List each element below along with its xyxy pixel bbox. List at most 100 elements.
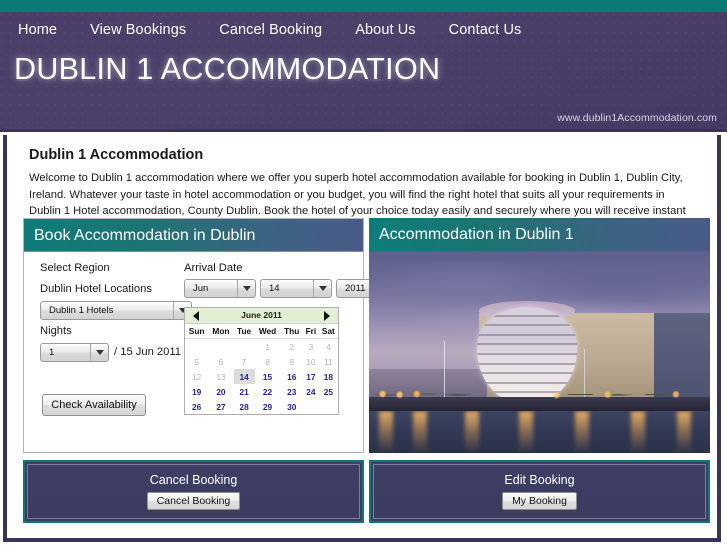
calendar-header: June 2011	[185, 308, 338, 324]
calendar-week-row: 12 13 14 15 16 17 18	[185, 369, 338, 384]
hotel-locations-label: Dublin Hotel Locations	[40, 283, 152, 295]
calendar-weekday-row: Sun Mon Tue Wed Thu Fri Sat	[185, 324, 338, 339]
calendar-day[interactable]: 21	[234, 384, 255, 399]
calendar-empty-cell	[208, 339, 233, 355]
calendar-day-disabled: 1	[265, 341, 270, 352]
calendar-day[interactable]: 18	[319, 369, 338, 384]
hotel-locations-value: Dublin 1 Hotels	[49, 305, 114, 316]
main-content: Dublin 1 Accommodation Welcome to Dublin…	[3, 135, 721, 542]
nav-item-about-us[interactable]: About Us	[355, 22, 415, 38]
arrival-date-label: Arrival Date	[184, 262, 243, 274]
departure-date-text: / 15 Jun 2011	[114, 346, 181, 358]
calendar-day-disabled: 11	[324, 356, 333, 367]
photo-panel-title: Accommodation in Dublin 1	[369, 218, 710, 251]
calendar-empty-cell	[185, 339, 208, 355]
calendar-empty-cell	[319, 399, 338, 414]
edit-booking-title: Edit Booking	[504, 473, 575, 487]
nights-value: 1	[49, 347, 55, 358]
calendar-empty-cell	[234, 339, 255, 355]
chevron-down-icon	[313, 280, 331, 297]
calendar-day-disabled: 6	[218, 356, 224, 367]
calendar-week-row: 26 27 28 29 30	[185, 399, 338, 414]
top-accent-strip	[0, 0, 727, 12]
calendar-day-disabled: 5	[194, 356, 199, 367]
calendar-day-disabled: 2	[289, 341, 295, 352]
calendar-next-month-icon[interactable]	[321, 310, 333, 321]
edit-booking-box: Edit Booking My Booking	[369, 460, 710, 523]
calendar-day[interactable]: 28	[234, 399, 255, 414]
nights-select[interactable]: 1	[40, 343, 109, 362]
chevron-down-icon	[90, 344, 108, 361]
site-url-label: www.dublin1Accommodation.com	[557, 112, 717, 124]
arrival-day-value: 14	[269, 283, 280, 294]
calendar-weekday: Mon	[208, 324, 234, 339]
calendar-day-disabled: 9	[289, 356, 295, 367]
dublin-convention-centre-photo	[369, 251, 710, 453]
calendar-week-row: 5 6 7 8 9 10 11	[185, 354, 338, 369]
photo-panel: Accommodation in Dublin 1	[369, 218, 710, 453]
calendar-day[interactable]: 17	[303, 369, 319, 384]
arrival-day-select[interactable]: 14	[260, 279, 332, 298]
nav-item-contact-us[interactable]: Contact Us	[449, 22, 522, 38]
select-region-label: Select Region	[40, 262, 110, 274]
arrival-month-select[interactable]: Jun	[184, 279, 256, 298]
check-availability-button[interactable]: Check Availability	[42, 394, 146, 416]
cancel-booking-box: Cancel Booking Cancel Booking	[23, 460, 364, 523]
calendar-day-disabled: 10	[306, 356, 316, 367]
nights-label: Nights	[40, 325, 72, 337]
chevron-down-icon	[237, 280, 255, 297]
hotel-locations-select[interactable]: Dublin 1 Hotels	[40, 301, 192, 320]
calendar-day[interactable]: 30	[280, 399, 303, 414]
calendar-day[interactable]: 19	[185, 384, 208, 399]
calendar-weekday: Tue	[233, 324, 255, 339]
calendar-day-disabled: 3	[308, 341, 314, 352]
calendar-weekday: Wed	[254, 324, 281, 339]
calendar-day[interactable]: 24	[303, 384, 319, 399]
calendar-weekday: Sun	[185, 324, 209, 339]
calendar-day[interactable]: 27	[208, 399, 233, 414]
nav-item-view-bookings[interactable]: View Bookings	[90, 22, 186, 38]
main-navigation: Home View Bookings Cancel Booking About …	[18, 16, 554, 44]
calendar-day[interactable]: 29	[255, 399, 281, 414]
nav-item-home[interactable]: Home	[18, 22, 57, 38]
calendar-day[interactable]: 25	[319, 384, 338, 399]
calendar-day-disabled: 8	[265, 356, 270, 367]
calendar-day-selected[interactable]: 14	[233, 369, 255, 384]
calendar-prev-month-icon[interactable]	[190, 310, 202, 321]
calendar-empty-cell	[303, 399, 319, 414]
booking-panel: Book Accommodation in Dublin Select Regi…	[23, 218, 388, 453]
calendar-day-disabled: 4	[326, 341, 331, 352]
calendar-day[interactable]: 22	[255, 384, 281, 399]
calendar-week-row: 1 2 3 4	[185, 339, 338, 355]
cancel-booking-title: Cancel Booking	[149, 473, 238, 487]
site-logo-reflection: DUBLIN 1 ACCOMMODATION	[14, 65, 441, 87]
cancel-booking-button[interactable]: Cancel Booking	[146, 492, 241, 510]
calendar-day-disabled: 12	[192, 371, 202, 382]
calendar-day-disabled: 13	[216, 371, 226, 382]
calendar-week-row: 19 20 21 22 23 24 25	[185, 384, 338, 399]
arrival-month-value: Jun	[193, 283, 209, 294]
site-logo: DUBLIN 1 ACCOMMODATION DUBLIN 1 ACCOMMOD…	[14, 52, 534, 122]
nav-item-cancel-booking[interactable]: Cancel Booking	[219, 22, 322, 38]
calendar-weekday: Sat	[318, 324, 338, 339]
booking-panel-title: Book Accommodation in Dublin	[24, 219, 363, 252]
my-booking-button[interactable]: My Booking	[502, 492, 577, 510]
quayside-lights	[369, 387, 710, 401]
calendar-day[interactable]: 16	[280, 369, 303, 384]
calendar-weekday: Fri	[303, 324, 319, 339]
liffey-water	[369, 411, 710, 453]
calendar-body: 1 2 3 4 5 6 7 8 9 10 11 12 13 14 15 16 17 18 19 20 21 22 23 24 2…	[185, 339, 338, 415]
page-root: Home View Bookings Cancel Booking About …	[0, 0, 727, 545]
calendar-grid: Sun Mon Tue Wed Thu Fri Sat 1 2 3 4 5 6 7 8 9 10 1…	[185, 324, 338, 414]
site-banner: Home View Bookings Cancel Booking About …	[0, 12, 727, 132]
calendar-day[interactable]: 15	[255, 369, 281, 384]
calendar-day[interactable]: 23	[280, 384, 303, 399]
calendar-day[interactable]: 26	[185, 399, 208, 414]
calendar-day-disabled: 7	[241, 356, 247, 367]
calendar-day[interactable]: 20	[208, 384, 233, 399]
page-title: Dublin 1 Accommodation	[29, 147, 204, 163]
calendar-weekday: Thu	[280, 324, 303, 339]
calendar-month-year-label: June 2011	[241, 310, 282, 320]
date-picker-calendar[interactable]: June 2011 Sun Mon Tue Wed Thu Fri Sat 1 …	[184, 307, 339, 415]
booking-panel-body: Select Region Dublin Hotel Locations Dub…	[24, 252, 388, 453]
